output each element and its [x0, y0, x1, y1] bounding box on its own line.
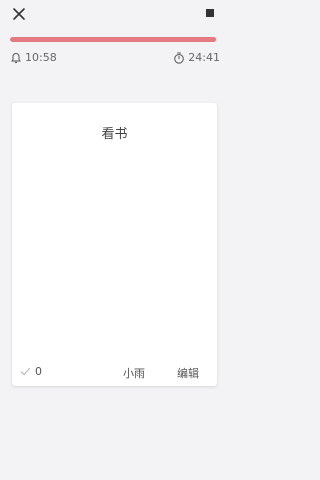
close-icon: [13, 8, 25, 20]
done-count-text: 0: [35, 365, 42, 378]
card-footer: 0 小雨 编辑: [20, 365, 209, 381]
progress-fill: [10, 37, 216, 42]
edit-button[interactable]: 编辑: [177, 365, 199, 381]
owner-name[interactable]: 小雨: [123, 365, 145, 381]
top-bar: [0, 0, 229, 30]
alarm-time: 10:58: [10, 51, 57, 64]
stop-button[interactable]: [206, 9, 214, 17]
remaining-time-text: 24:41: [188, 51, 220, 64]
close-button[interactable]: [11, 6, 27, 22]
task-title: 看书: [101, 127, 128, 142]
task-card: 看书 0 小雨 编辑: [12, 103, 217, 386]
alarm-time-text: 10:58: [25, 51, 57, 64]
bell-icon: [11, 52, 21, 63]
stopwatch-icon: [174, 52, 185, 64]
progress-bar: [10, 37, 218, 42]
timer-row: 10:58 24:41: [10, 51, 220, 69]
check-icon: [20, 367, 31, 376]
done-count: 0: [20, 365, 42, 378]
remaining-time: 24:41: [173, 51, 220, 64]
